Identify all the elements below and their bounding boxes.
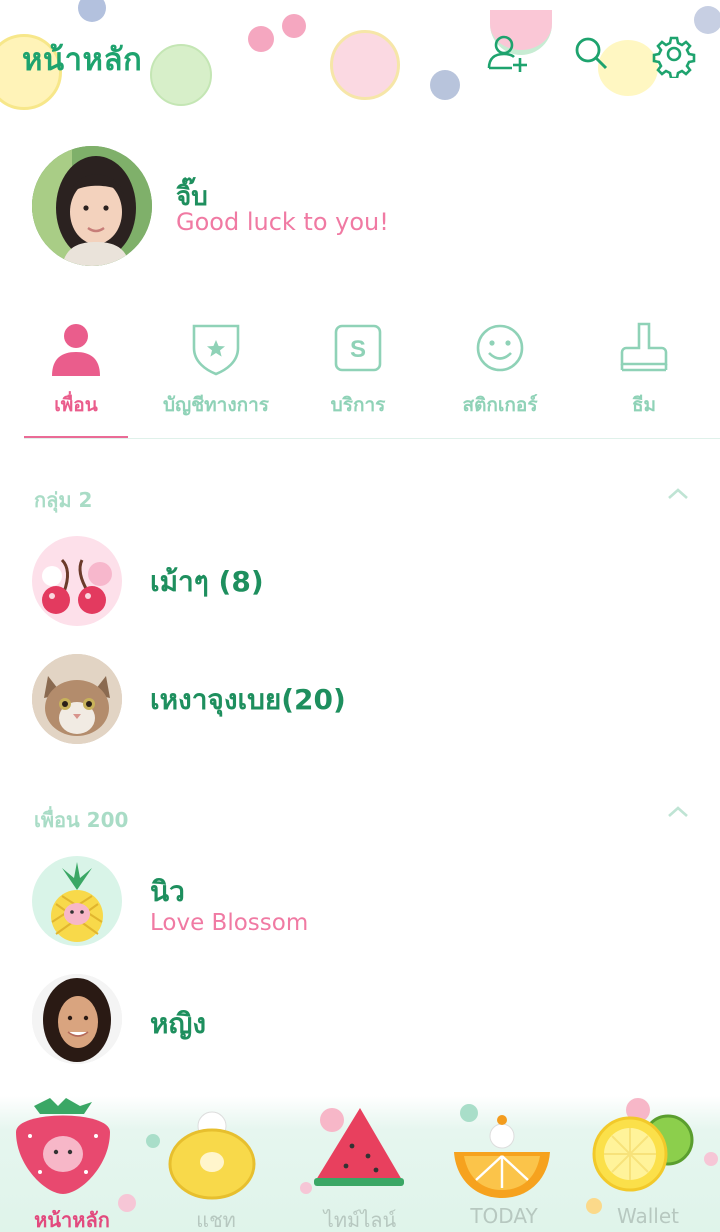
friend-status: Love Blossom [150,910,309,936]
tab-divider [24,438,720,439]
nav-wallet-label: Wallet [616,1204,679,1228]
tab-friends-label: เพื่อน [54,394,98,416]
nav-home[interactable]: หน้าหลัก [0,1096,144,1232]
tab-stickers-label: สติกเกอร์ [462,394,538,416]
nav-today[interactable]: TODAY [432,1096,576,1232]
nav-home-label: หน้าหลัก [34,1208,110,1232]
tab-themes-label: ธีม [631,394,657,416]
pineapple-ring-icon [168,1111,256,1200]
group-name: เหงาจุงเบย(20) [150,683,346,716]
group-row[interactable]: เหงาจุงเบย(20) [0,644,720,754]
bottom-navigation: หน้าหลัก แชท ไทม์ไลน์ TODAY Wallet [0,1096,720,1232]
page-title: หน้าหลัก [22,42,143,78]
settings-button[interactable] [650,30,698,80]
shield-star-icon [192,324,240,376]
app-header: หน้าหลัก [0,0,720,115]
pineapple-avatar-art [51,862,103,942]
brush-icon [620,322,668,372]
nav-timeline-label: ไทม์ไลน์ [323,1208,397,1232]
strawberry-icon [16,1098,110,1194]
groups-section-header: กลุ่ม 2 [34,488,93,512]
cherry-avatar [32,536,122,626]
add-friend-button[interactable] [484,30,532,78]
cat-avatar-art [32,654,122,744]
group-name: เม้าๆ (8) [150,565,264,598]
woman-avatar [32,974,122,1064]
collapse-groups-chevron-icon[interactable] [666,486,690,502]
friend-row[interactable]: นิว Love Blossom [0,846,720,956]
person-icon [52,324,100,376]
friend-name: นิว [150,875,185,908]
tab-services[interactable]: S บริการ [288,318,428,428]
cat-avatar [32,654,122,744]
smiley-icon [476,324,524,372]
cherry-avatar-art [42,558,112,614]
profile-status: Good luck to you! [176,208,389,236]
nav-chat-label: แชท [196,1208,236,1232]
profile-avatar[interactable] [32,146,152,266]
friends-section-header: เพื่อน 200 [34,808,129,832]
friend-name: หญิง [150,1007,206,1040]
kiwi-slice-decoration [150,44,212,106]
tab-official-accounts[interactable]: บัญชีทางการ [146,318,286,428]
search-icon [575,37,608,70]
tab-official-accounts-label: บัญชีทางการ [163,394,269,416]
cherry-decoration-2 [282,14,306,38]
svg-text:S: S [350,336,366,363]
cherry-decoration [248,26,274,52]
blueberry-decoration [78,0,106,22]
service-s-icon: S [334,324,382,372]
tab-services-label: บริการ [330,394,386,416]
nav-timeline[interactable]: ไทม์ไลน์ [288,1096,432,1232]
woman-avatar-art [32,974,122,1064]
settings-icon [652,36,696,80]
orange-slice-icon [454,1115,550,1198]
profile-photo [32,146,152,266]
tab-themes[interactable]: ธีม [574,318,714,428]
watermelon-icon [314,1108,404,1186]
nav-wallet[interactable]: Wallet [576,1096,720,1232]
collapse-friends-chevron-icon[interactable] [666,804,690,820]
tab-friends[interactable]: เพื่อน [6,318,146,428]
lemon-icon [592,1098,694,1192]
friend-row[interactable]: หญิง [0,964,720,1074]
tab-stickers[interactable]: สติกเกอร์ [430,318,570,428]
pineapple-avatar [32,856,122,946]
nav-chat[interactable]: แชท [144,1096,288,1232]
add-friend-icon [487,35,527,72]
group-row[interactable]: เม้าๆ (8) [0,526,720,636]
blueberry-decoration-2 [430,70,460,100]
nav-today-label: TODAY [470,1204,538,1228]
grapefruit-slice-decoration [330,30,400,100]
search-button[interactable] [568,30,616,78]
